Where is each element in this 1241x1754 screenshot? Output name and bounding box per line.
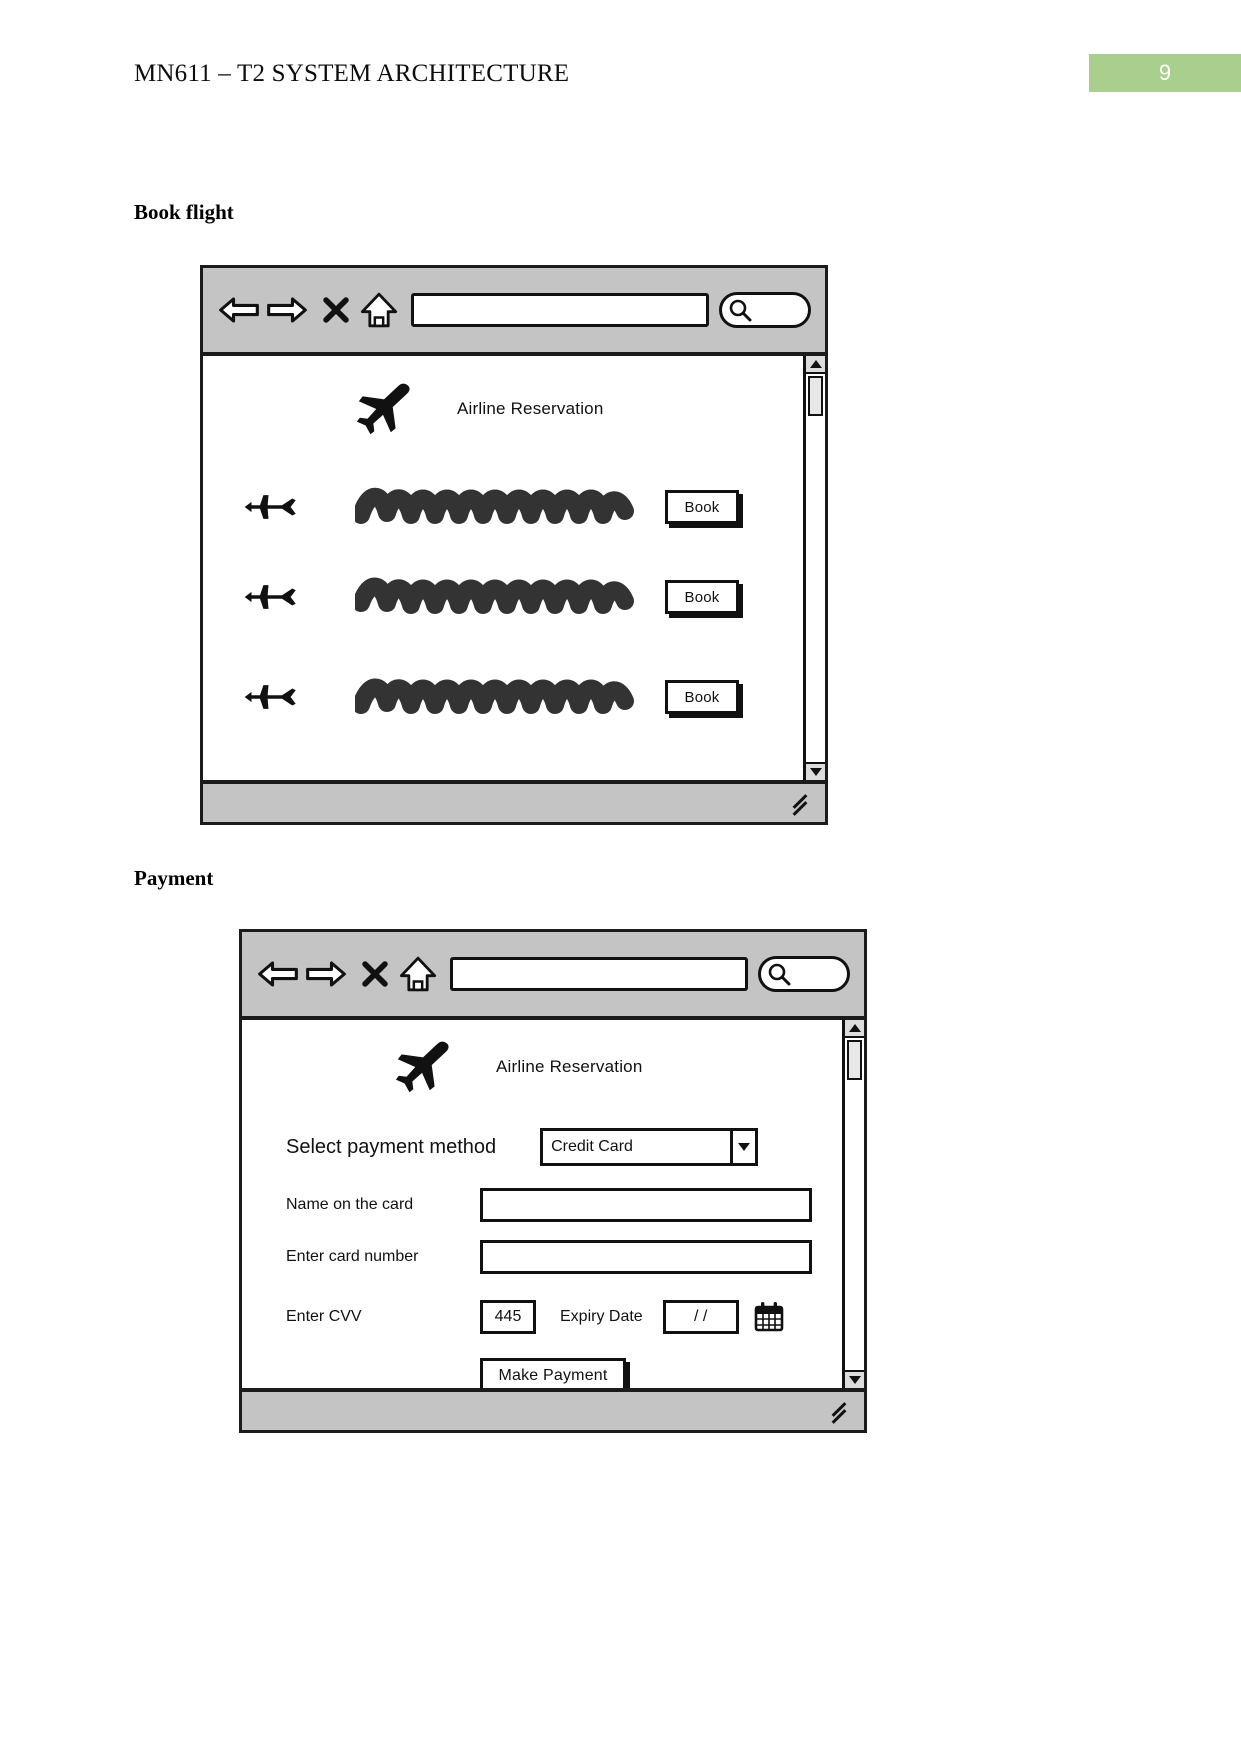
scrollbar-thumb[interactable] <box>847 1040 862 1080</box>
close-x-icon[interactable] <box>319 288 353 332</box>
browser-content-payment: Airline Reservation Select payment metho… <box>242 1020 864 1388</box>
flight-description-placeholder <box>355 577 634 614</box>
book-button[interactable]: Book <box>665 580 739 614</box>
table-row: Book <box>243 568 785 626</box>
flight-description-placeholder <box>355 488 634 524</box>
cvv-expiry-row: Enter CVV 445 Expiry Date / / <box>286 1300 820 1334</box>
vertical-scrollbar[interactable] <box>803 356 825 780</box>
payment-method-select[interactable]: Credit Card <box>540 1128 759 1166</box>
payment-method-label: Select payment method <box>286 1135 497 1158</box>
page-number-banner: 9 <box>1089 54 1241 92</box>
home-icon[interactable] <box>359 288 399 332</box>
card-number-row: Enter card number <box>286 1240 820 1274</box>
airplane-logo-icon <box>395 1041 449 1093</box>
section-heading-book-flight: Book flight <box>134 200 234 224</box>
payment-method-row: Select payment method Credit Card <box>286 1128 820 1166</box>
expiry-date-input[interactable]: / / <box>662 1300 739 1334</box>
browser-toolbar <box>203 268 825 356</box>
search-input[interactable] <box>719 292 811 328</box>
app-brand-title: Airline Reservation <box>457 399 604 418</box>
wireframe-window-payment: Airline Reservation Select payment metho… <box>239 929 867 1433</box>
scroll-down-arrow-icon[interactable] <box>806 762 825 780</box>
search-magnifier-icon <box>729 299 752 322</box>
scroll-down-arrow-icon[interactable] <box>845 1370 864 1388</box>
scroll-up-arrow-icon[interactable] <box>845 1020 864 1038</box>
document-header-title: MN611 – T2 SYSTEM ARCHITECTURE <box>134 60 570 87</box>
forward-arrow-icon[interactable] <box>304 952 348 996</box>
cvv-label: Enter CVV <box>286 1308 362 1325</box>
forward-arrow-icon[interactable] <box>265 288 309 332</box>
payment-method-selected-value: Credit Card <box>551 1138 633 1155</box>
search-input[interactable] <box>758 956 850 992</box>
close-x-icon[interactable] <box>358 952 392 996</box>
make-payment-button[interactable]: Make Payment <box>480 1358 626 1388</box>
chevron-down-icon[interactable] <box>730 1128 759 1166</box>
card-number-input[interactable] <box>480 1240 812 1274</box>
table-row: Book <box>243 668 785 726</box>
flight-description-placeholder <box>355 678 634 714</box>
name-on-card-input[interactable] <box>480 1188 812 1222</box>
back-arrow-icon[interactable] <box>217 288 261 332</box>
resize-grip-icon[interactable] <box>828 1402 854 1424</box>
browser-statusbar <box>203 780 825 822</box>
section-heading-payment: Payment <box>134 866 214 890</box>
name-on-card-label: Name on the card <box>286 1196 414 1213</box>
url-input[interactable] <box>411 293 709 327</box>
expiry-date-label: Expiry Date <box>560 1308 643 1325</box>
table-row: Book <box>243 478 785 536</box>
jet-icon <box>244 585 296 609</box>
app-brand-book-flight: Airline Reservation <box>353 378 603 440</box>
book-button[interactable]: Book <box>665 680 739 714</box>
calendar-icon[interactable] <box>753 1301 785 1333</box>
url-input[interactable] <box>450 957 748 991</box>
resize-grip-icon[interactable] <box>789 794 815 816</box>
app-brand-payment: Airline Reservation <box>392 1036 642 1098</box>
page-header: MN611 – T2 SYSTEM ARCHITECTURE 9 <box>0 0 1241 120</box>
app-brand-title: Airline Reservation <box>496 1057 643 1076</box>
browser-content-book-flight: Airline Reservation Book Book Book <box>203 356 825 780</box>
cvv-input[interactable]: 445 <box>480 1300 536 1334</box>
wireframe-window-book-flight: Airline Reservation Book Book Book <box>200 265 828 825</box>
submit-row: Make Payment <box>286 1358 820 1388</box>
name-on-card-row: Name on the card <box>286 1188 820 1222</box>
back-arrow-icon[interactable] <box>256 952 300 996</box>
browser-toolbar <box>242 932 864 1020</box>
search-magnifier-icon <box>768 963 791 986</box>
book-button[interactable]: Book <box>665 490 739 524</box>
page-number: 9 <box>1158 60 1172 85</box>
scroll-up-arrow-icon[interactable] <box>806 356 825 374</box>
airplane-logo-icon <box>356 383 410 435</box>
jet-icon <box>244 495 296 519</box>
scrollbar-thumb[interactable] <box>808 376 823 416</box>
jet-icon <box>244 685 296 709</box>
card-number-label: Enter card number <box>286 1248 419 1265</box>
home-icon[interactable] <box>398 952 438 996</box>
browser-statusbar <box>242 1388 864 1430</box>
vertical-scrollbar[interactable] <box>842 1020 864 1388</box>
